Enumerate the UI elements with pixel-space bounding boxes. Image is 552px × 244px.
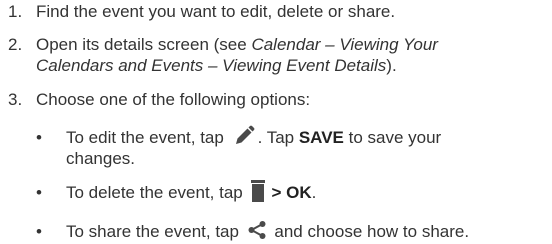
step-text: Find the event you want to edit, delete …	[36, 2, 396, 21]
bullet-dot: •	[36, 222, 42, 241]
save-label: SAVE	[298, 128, 344, 147]
step-text-segment: Open its details screen (see	[36, 35, 252, 54]
step-line: Calendars and Events – Viewing Event Det…	[36, 55, 552, 76]
step-text: Open its details screen (see Calendar – …	[36, 34, 552, 76]
section-reference: Calendars and Events – Viewing Event Det…	[36, 56, 387, 75]
bullet-text-segment: to save your	[343, 128, 442, 147]
bullet-text-segment: To share the event, tap	[66, 222, 244, 241]
bullet-text-segment: To delete the event, tap	[66, 183, 248, 202]
trash-icon	[251, 179, 266, 202]
step-text-segment: ).	[386, 56, 397, 75]
bullet-line: changes.	[66, 149, 135, 168]
bullet-line: To delete the event, tap > OK.	[66, 179, 552, 203]
bullet-text: To delete the event, tap > OK.	[66, 179, 552, 203]
share-icon	[247, 220, 267, 240]
pencil-icon	[233, 125, 255, 147]
step-number: 3.	[8, 90, 23, 109]
bullet-text-segment: . Tap	[257, 128, 299, 147]
step-line: Open its details screen (see Calendar – …	[36, 34, 552, 55]
bullet-line: To share the event, tap and choose how t…	[66, 220, 552, 242]
step-number: 2.	[8, 35, 23, 54]
bullet-text-segment: To edit the event, tap	[66, 128, 229, 147]
bullet-text-segment: and choose how to share.	[269, 222, 470, 241]
bullet-text: To edit the event, tap . Tap SAVE to sav…	[66, 125, 552, 169]
instructions-page: 1. Find the event you want to edit, dele…	[0, 0, 552, 244]
bullet-text-segment: .	[311, 183, 317, 202]
ok-label: > OK	[271, 183, 312, 202]
section-reference: Calendar – Viewing Your	[251, 35, 438, 54]
bullet-line: To edit the event, tap . Tap SAVE to sav…	[66, 125, 552, 148]
step-number: 1.	[8, 2, 23, 21]
step-text: Choose one of the following options:	[36, 90, 311, 109]
bullet-text: To share the event, tap and choose how t…	[66, 220, 552, 242]
bullet-dot: •	[36, 128, 42, 147]
bullet-dot: •	[36, 183, 42, 202]
